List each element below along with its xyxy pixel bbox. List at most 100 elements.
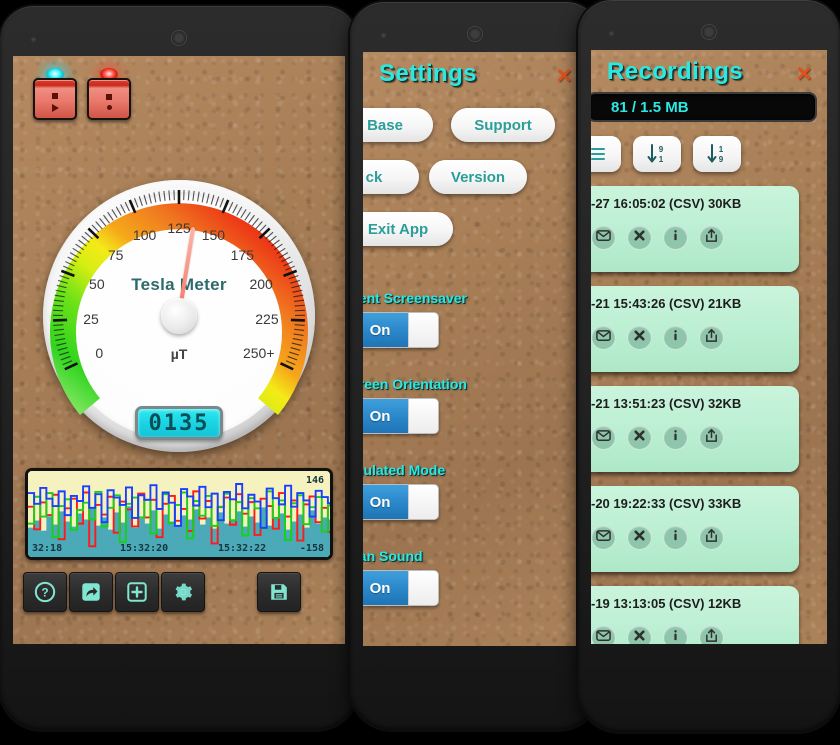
share-icon bbox=[704, 628, 719, 645]
list-lines-icon bbox=[591, 148, 605, 160]
email-button[interactable] bbox=[591, 625, 616, 644]
recordings-screen: Recordings × 81 / 1.5 MB 9 1 1 9 -27 16:… bbox=[591, 50, 827, 644]
toggle-state-label: On bbox=[363, 313, 408, 347]
earpiece-icon bbox=[701, 24, 717, 40]
gauge-tick-label-200: 200 bbox=[249, 276, 273, 293]
info-button[interactable] bbox=[663, 525, 688, 550]
email-button[interactable] bbox=[591, 525, 616, 550]
settings-button-version[interactable]: Version bbox=[429, 160, 527, 194]
close-recordings-button[interactable]: × bbox=[791, 60, 817, 86]
gauge-tick-label-75: 75 bbox=[107, 246, 124, 263]
email-icon bbox=[596, 228, 611, 248]
digital-readout: 0135 bbox=[135, 406, 223, 440]
recording-name: -20 19:22:33 (CSV) 33KB bbox=[591, 496, 742, 511]
gauge-tick-label-225: 225 bbox=[255, 311, 279, 328]
info-button[interactable] bbox=[663, 625, 688, 644]
phone-bezel-top bbox=[0, 6, 358, 56]
delete-button[interactable] bbox=[627, 525, 652, 550]
settings-button-feedback[interactable]: ck bbox=[363, 160, 419, 194]
email-button[interactable] bbox=[591, 225, 616, 250]
recording-item[interactable]: -27 16:05:02 (CSV) 30KB bbox=[591, 186, 799, 272]
recording-actions bbox=[591, 425, 799, 450]
email-icon bbox=[596, 428, 611, 448]
recording-item[interactable]: -21 15:43:26 (CSV) 21KB bbox=[591, 286, 799, 372]
share-button[interactable] bbox=[699, 525, 724, 550]
recording-item[interactable]: -20 19:22:33 (CSV) 33KB bbox=[591, 486, 799, 572]
gauge-hub bbox=[161, 298, 197, 334]
share-button[interactable] bbox=[699, 625, 724, 644]
share-button[interactable] bbox=[699, 325, 724, 350]
setting-label-screen-orientation: creen Orientation bbox=[363, 376, 467, 392]
delete-button[interactable] bbox=[627, 625, 652, 644]
toggle-simulated-mode[interactable]: On bbox=[363, 484, 439, 520]
record-button-body bbox=[33, 78, 77, 120]
info-button[interactable] bbox=[663, 425, 688, 450]
toggle-knob bbox=[408, 399, 438, 433]
sort-ascending-button[interactable]: 1 9 bbox=[693, 136, 741, 172]
chart-min-label: -158 bbox=[299, 543, 324, 554]
gauge-tick-label-50: 50 bbox=[89, 276, 105, 293]
settings-button-support[interactable]: Support bbox=[451, 108, 555, 142]
phone-device-settings: Settings × Base Support ck Version Exit … bbox=[350, 2, 600, 730]
question-icon: ? bbox=[34, 581, 56, 603]
recording-item[interactable]: -21 13:51:23 (CSV) 32KB bbox=[591, 386, 799, 472]
square-icon bbox=[52, 92, 58, 99]
email-button[interactable] bbox=[591, 425, 616, 450]
save-button[interactable] bbox=[257, 572, 301, 612]
recordings-list[interactable]: -27 16:05:02 (CSV) 30KB -21 15:43:26 (CSV… bbox=[591, 186, 799, 644]
recording-item[interactable]: -19 13:13:05 (CSV) 12KB bbox=[591, 586, 799, 644]
sort-ascending-icon: 1 9 bbox=[707, 144, 724, 164]
record-button[interactable] bbox=[33, 68, 77, 120]
settings-title: Settings bbox=[379, 60, 477, 87]
earpiece-icon bbox=[171, 30, 187, 46]
led-button-row bbox=[33, 68, 131, 120]
delete-button[interactable] bbox=[627, 225, 652, 250]
front-camera-icon bbox=[30, 36, 37, 43]
recording-actions bbox=[591, 525, 799, 550]
share-icon bbox=[704, 328, 719, 348]
settings-button[interactable] bbox=[161, 572, 205, 612]
info-button[interactable] bbox=[663, 225, 688, 250]
phone-device-recordings: Recordings × 81 / 1.5 MB 9 1 1 9 -27 16:… bbox=[578, 0, 840, 732]
add-button[interactable] bbox=[115, 572, 159, 612]
delete-button[interactable] bbox=[627, 425, 652, 450]
filter-button[interactable] bbox=[591, 136, 621, 172]
share-icon bbox=[704, 528, 719, 548]
floppy-disk-icon bbox=[271, 584, 287, 600]
toggle-state-label: On bbox=[363, 485, 408, 519]
delete-icon bbox=[632, 228, 647, 248]
delete-icon bbox=[632, 328, 647, 348]
toggle-knob bbox=[408, 313, 438, 347]
share-button[interactable] bbox=[699, 425, 724, 450]
settings-button-base[interactable]: Base bbox=[363, 108, 433, 142]
settings-button-exit-app[interactable]: Exit App bbox=[363, 212, 453, 246]
svg-text:9: 9 bbox=[659, 145, 664, 154]
plus-icon bbox=[127, 582, 147, 602]
settings-screen: Settings × Base Support ck Version Exit … bbox=[363, 52, 587, 646]
magnetic-field-chart[interactable]: 146 -158 32:18 15:32:20 15:32:22 bbox=[25, 468, 333, 560]
toggle-scan-sound[interactable]: On bbox=[363, 570, 439, 606]
email-icon bbox=[596, 628, 611, 645]
stop-button[interactable] bbox=[87, 68, 131, 120]
recording-name: -21 15:43:26 (CSV) 21KB bbox=[591, 296, 742, 311]
share-button[interactable] bbox=[69, 572, 113, 612]
svg-text:1: 1 bbox=[719, 145, 724, 154]
recordings-title: Recordings bbox=[607, 58, 744, 85]
sort-controls: 9 1 1 9 bbox=[591, 136, 741, 172]
share-button[interactable] bbox=[699, 225, 724, 250]
info-button[interactable] bbox=[663, 325, 688, 350]
help-button[interactable]: ? bbox=[23, 572, 67, 612]
tesla-gauge[interactable]: Tesla Meter µT 0 25 50 75 100 125 150 175 200 225… bbox=[43, 180, 315, 452]
toggle-screen-orientation[interactable]: On bbox=[363, 398, 439, 434]
delete-button[interactable] bbox=[627, 325, 652, 350]
email-button[interactable] bbox=[591, 325, 616, 350]
toggle-prevent-screensaver[interactable]: On bbox=[363, 312, 439, 348]
gauge-tick-label-25: 25 bbox=[83, 311, 99, 328]
close-settings-button[interactable]: × bbox=[551, 62, 577, 88]
info-icon bbox=[668, 328, 683, 348]
gauge-title: Tesla Meter bbox=[131, 275, 227, 294]
sort-descending-button[interactable]: 9 1 bbox=[633, 136, 681, 172]
email-icon bbox=[596, 328, 611, 348]
gauge-tick-label-175: 175 bbox=[230, 246, 254, 263]
recording-name: -19 13:13:05 (CSV) 12KB bbox=[591, 596, 742, 611]
